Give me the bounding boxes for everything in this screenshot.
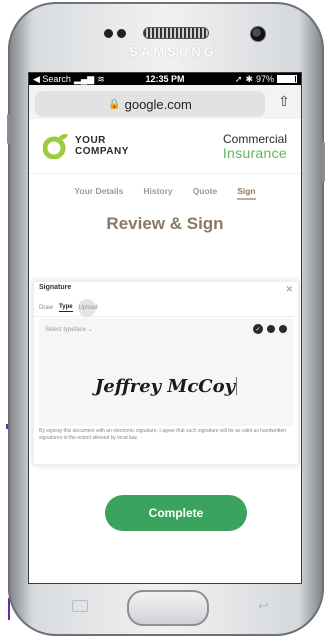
chevron-down-icon: ⌄ xyxy=(87,327,93,333)
signature-pad[interactable]: Select typeface ⌄ ✓ Jeffrey McCoy xyxy=(39,318,293,426)
modal-title: Signature xyxy=(39,284,72,291)
legal-notice: By signing this document with an electro… xyxy=(39,428,287,441)
tab-history[interactable]: History xyxy=(143,186,172,200)
step-tabs: Your Details History Quote Sign xyxy=(29,174,301,200)
tab-draw[interactable]: Draw xyxy=(39,305,53,311)
signature-tabs: Draw Type Upload xyxy=(34,299,298,317)
signature-modal: Signature ✕ Draw Type Upload Select type… xyxy=(33,281,299,465)
phone-screen: ◀ Search ▂▄▆ ≋ 12:35 PM ➚ ✱ 97% 🔒 google… xyxy=(28,72,302,584)
tab-sign[interactable]: Sign xyxy=(237,186,256,200)
color-black-selected[interactable]: ✓ xyxy=(253,324,263,334)
product-title: Commercial Insurance xyxy=(223,132,287,160)
tab-type[interactable]: Type xyxy=(59,304,73,312)
company-logo[interactable]: YOUR COMPANY xyxy=(42,133,129,160)
typed-signature[interactable]: Jeffrey McCoy xyxy=(39,376,293,397)
color-picker: ✓ xyxy=(253,324,287,334)
front-camera xyxy=(250,26,266,42)
volume-button xyxy=(7,114,10,144)
url-field[interactable]: 🔒 google.com xyxy=(35,91,265,117)
lock-icon: 🔒 xyxy=(108,98,121,110)
color-option[interactable] xyxy=(267,325,275,333)
browser-bar: 🔒 google.com ⇧ xyxy=(29,85,301,119)
power-button xyxy=(322,142,325,182)
logo-line-1: YOUR xyxy=(75,135,106,146)
share-icon[interactable]: ⇧ xyxy=(275,93,293,113)
brand-line-2: Insurance xyxy=(222,145,287,161)
brand-line-1: Commercial xyxy=(222,132,287,146)
signature-text: Jeffrey McCoy xyxy=(94,376,236,397)
close-icon[interactable]: ✕ xyxy=(285,284,293,295)
battery-icon xyxy=(277,75,297,83)
tab-quote[interactable]: Quote xyxy=(193,186,218,200)
speaker-grille xyxy=(143,27,209,39)
page-title: Review & Sign xyxy=(106,214,224,233)
status-bar: ◀ Search ▂▄▆ ≋ 12:35 PM ➚ ✱ 97% xyxy=(29,73,301,85)
logo-icon xyxy=(42,133,69,160)
tab-your-details[interactable]: Your Details xyxy=(74,186,123,200)
complete-button[interactable]: Complete xyxy=(105,495,247,531)
phone-brand: SAMSUNG xyxy=(129,44,217,59)
status-time: 12:35 PM xyxy=(145,74,185,84)
url-text: google.com xyxy=(124,96,192,112)
logo-line-2: COMPANY xyxy=(75,146,129,157)
sensor-dot xyxy=(117,29,126,38)
site-header: YOUR COMPANY Commercial Insurance xyxy=(29,119,301,174)
home-button[interactable] xyxy=(127,590,209,626)
back-icon[interactable]: ↩ xyxy=(258,598,269,614)
touch-ripple xyxy=(78,299,96,317)
text-cursor xyxy=(236,377,238,395)
sensor-dot xyxy=(104,29,113,38)
color-option[interactable] xyxy=(279,325,287,333)
typeface-select-label: Select typeface xyxy=(45,327,87,333)
recent-apps-icon[interactable] xyxy=(72,600,88,612)
typeface-select[interactable]: Select typeface ⌄ xyxy=(45,326,93,333)
